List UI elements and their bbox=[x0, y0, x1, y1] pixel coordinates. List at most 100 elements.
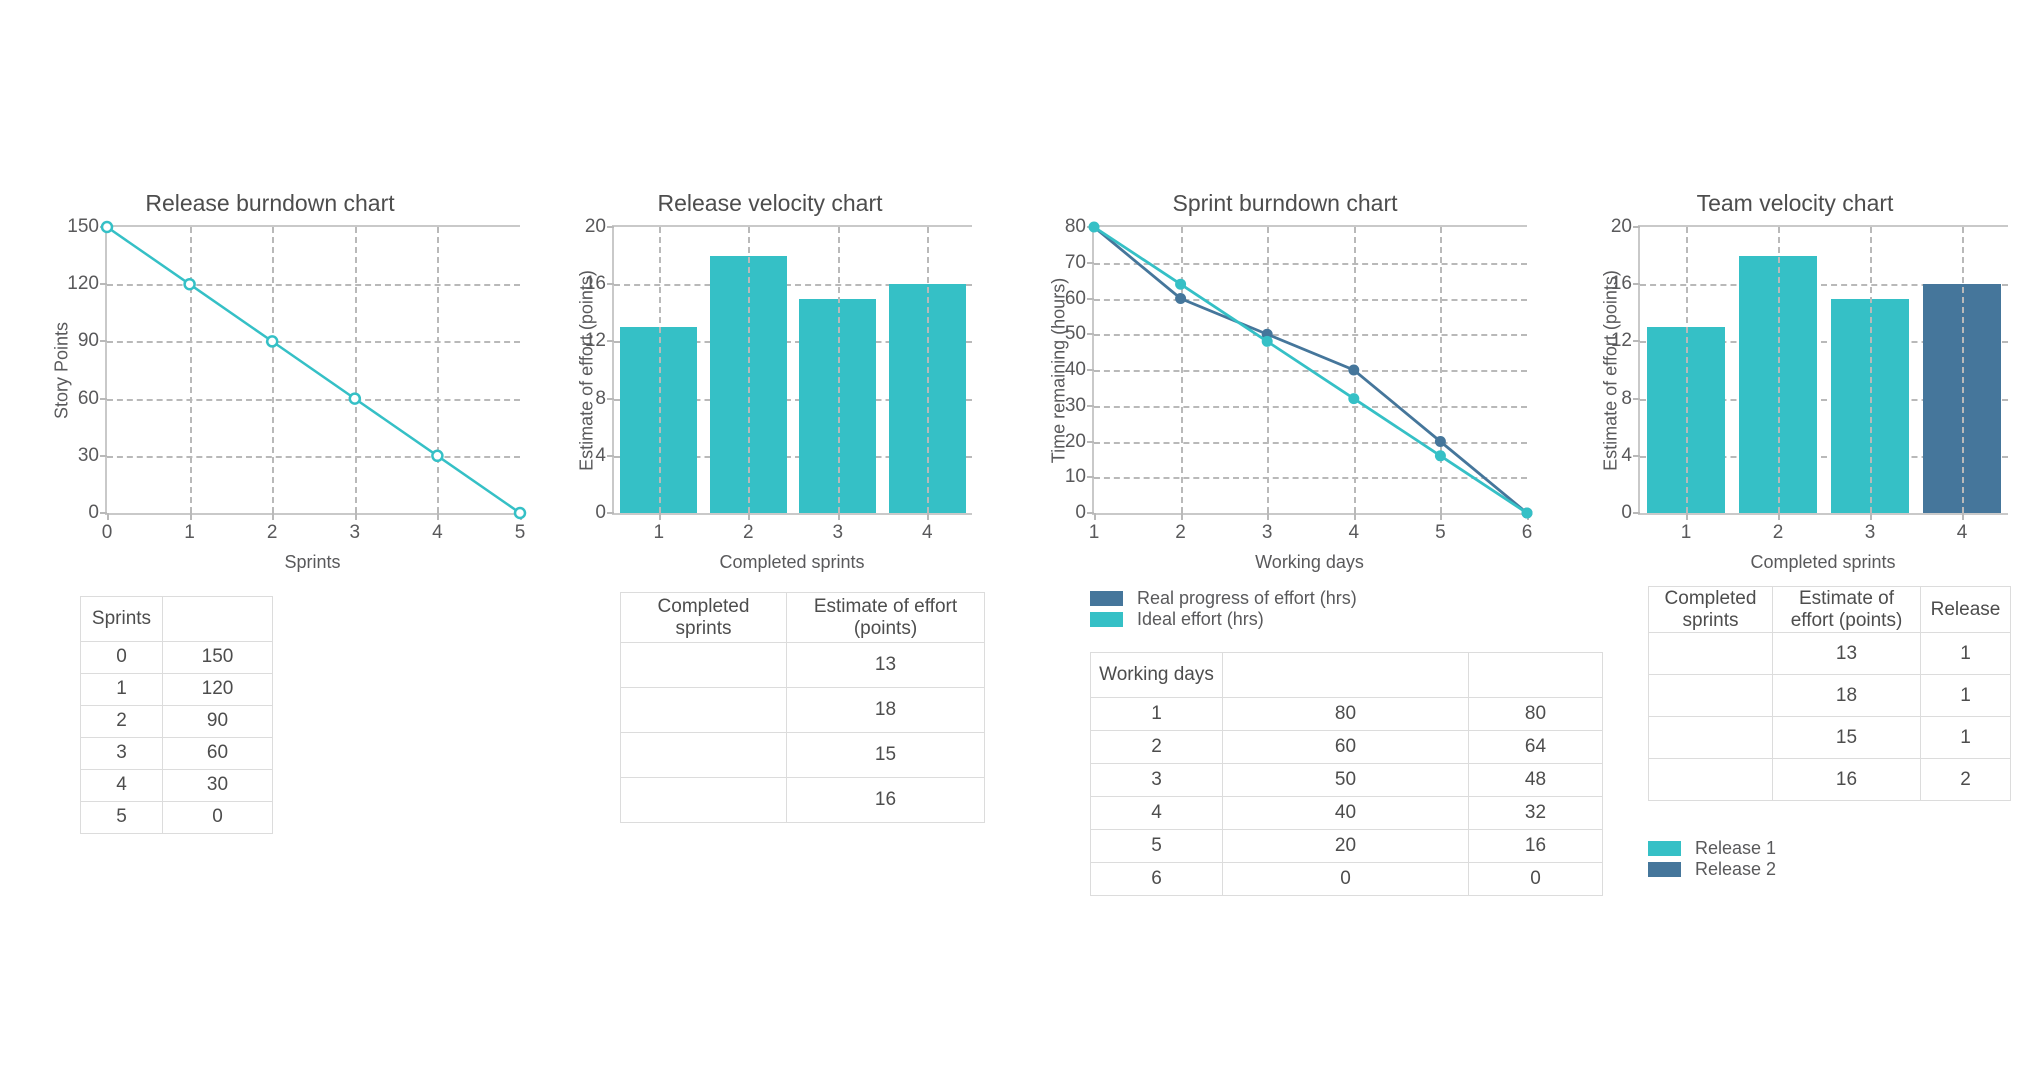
table-header-row: Sprints Story Points bbox=[80, 596, 273, 642]
table-row[interactable]: 1 13 1 bbox=[1648, 632, 2011, 675]
legend-swatch-release-1 bbox=[1648, 841, 1681, 856]
team-velocity-table[interactable]: Completed sprints Estimate of effort (point… bbox=[1648, 586, 2011, 801]
table-cell: 0 bbox=[1222, 861, 1469, 896]
table-cell: 3 bbox=[80, 736, 163, 770]
table-cell: 13 bbox=[1772, 632, 1921, 675]
legend-item[interactable]: Release 2 bbox=[1648, 859, 1776, 880]
release-velocity-plot: 0 4 8 12 16 20 1 2 3 4 bbox=[585, 216, 972, 543]
data-point-marker bbox=[1521, 507, 1533, 519]
table-header-cell: Estimate of effort (points) bbox=[1772, 586, 1921, 633]
table-header-cell: Release bbox=[1920, 586, 2011, 633]
table-row[interactable]: 1 120 bbox=[80, 672, 273, 706]
table-row[interactable]: 3 15 bbox=[620, 732, 985, 778]
table-cell: 30 bbox=[162, 768, 273, 802]
table-cell: 48 bbox=[1468, 762, 1603, 797]
table-row[interactable]: 3 15 1 bbox=[1648, 716, 2011, 759]
data-point-marker bbox=[1434, 436, 1446, 447]
table-row[interactable]: 5 20 16 bbox=[1090, 828, 1603, 863]
sprint-burndown-table-wrap: Working days Real progress of effort (hrs… bbox=[1090, 652, 1603, 896]
x-axis-tick-label: 2 bbox=[266, 522, 278, 543]
y-axis-tick-mark bbox=[1087, 440, 1094, 443]
table-header-cell: Story Points bbox=[162, 596, 273, 642]
table-row[interactable]: 50 bbox=[80, 800, 273, 834]
table-row[interactable]: 600 bbox=[1090, 861, 1603, 896]
legend-swatch-real-progress bbox=[1090, 591, 1123, 606]
x-axis-tick-mark bbox=[1440, 513, 1443, 520]
table-row[interactable]: 2 18 1 bbox=[1648, 674, 2011, 717]
vertical-gridline bbox=[1870, 227, 1872, 513]
y-axis-tick-mark bbox=[1633, 283, 1640, 286]
table-cell: 80 bbox=[1222, 696, 1469, 731]
x-axis-tick-label: 2 bbox=[742, 522, 754, 543]
x-axis-tick-label: 1 bbox=[1680, 522, 1692, 543]
x-axis-tick-mark bbox=[837, 513, 840, 520]
table-row[interactable]: 1 13 bbox=[620, 642, 985, 688]
table-row[interactable]: 4 40 32 bbox=[1090, 795, 1603, 830]
release-burndown-table[interactable]: Sprints Story Points 0 150 1 120 2 90 3 60 4 30 5 0 bbox=[80, 596, 273, 834]
y-axis-tick-mark bbox=[1633, 454, 1640, 457]
x-axis-tick-label: 3 bbox=[349, 522, 361, 543]
y-axis-tick-mark bbox=[1633, 512, 1640, 514]
table-row[interactable]: 4 16 bbox=[620, 777, 985, 823]
release-velocity-table[interactable]: Completed sprints Estimate of effort (point… bbox=[620, 592, 985, 823]
team-velocity-plot: 0 4 8 12 16 20 1 2 3 4 bbox=[1611, 216, 2008, 543]
x-axis-tick-mark bbox=[1180, 513, 1183, 520]
vertical-gridline bbox=[658, 227, 661, 513]
table-row[interactable]: 3 50 48 bbox=[1090, 762, 1603, 797]
data-point-marker bbox=[1175, 293, 1187, 304]
team-velocity-xlabel: Completed sprints bbox=[1750, 552, 1896, 572]
release-burndown-xlabel: Sprints bbox=[284, 552, 341, 572]
x-axis-tick-mark bbox=[927, 513, 930, 520]
x-axis-tick-mark bbox=[1686, 513, 1688, 520]
table-row[interactable]: 0 150 bbox=[80, 640, 273, 674]
x-axis-tick-mark bbox=[658, 513, 661, 520]
x-axis-tick-mark bbox=[354, 513, 357, 520]
table-header-row: Completed sprints Estimate of effort (point… bbox=[1648, 586, 2011, 633]
team-velocity-panel: Team velocity chart 0 4 8 12 16 20 1 2 3 4 Estima… bbox=[1580, 190, 2010, 572]
x-axis-tick-label: 1 bbox=[1088, 522, 1100, 543]
data-point-marker bbox=[1088, 221, 1100, 233]
x-axis-tick-mark bbox=[748, 513, 751, 520]
table-cell: 20 bbox=[1222, 828, 1469, 863]
table-header-cell: Real progress of effort (hrs) bbox=[1222, 652, 1469, 698]
legend-item[interactable]: Release 1 bbox=[1648, 838, 1776, 859]
y-axis-tick-mark bbox=[100, 512, 107, 514]
legend-swatch-ideal-effort bbox=[1090, 612, 1123, 627]
table-row[interactable]: 3 60 bbox=[80, 736, 273, 770]
x-axis-tick-label: 5 bbox=[1435, 522, 1446, 543]
table-row[interactable]: 2 18 bbox=[620, 687, 985, 733]
x-axis-tick-label: 4 bbox=[1348, 522, 1360, 543]
table-cell: 2 bbox=[620, 687, 787, 733]
release-velocity-panel: Release velocity chart 0 4 8 12 16 20 1 2 3 4 Est… bbox=[560, 190, 980, 572]
table-row[interactable]: 2 90 bbox=[80, 704, 273, 738]
table-row[interactable]: 4 16 2 bbox=[1648, 758, 2011, 801]
table-header-cell: Ideal effort (hrs) bbox=[1468, 652, 1603, 698]
sprint-burndown-panel: Sprint burndown chart 0 10 20 30 40 50 60 70 80 1… bbox=[1030, 190, 1540, 572]
table-cell: 5 bbox=[80, 800, 163, 834]
release-burndown-panel: Release burndown chart 0 30 60 90 120 150 0 1 2 3… bbox=[20, 190, 527, 572]
table-cell: 2 bbox=[80, 704, 163, 738]
x-axis-tick-label: 0 bbox=[101, 522, 113, 543]
x-axis-tick-label: 4 bbox=[432, 522, 443, 543]
table-header-cell: Completed sprints bbox=[620, 592, 787, 643]
y-axis-tick-mark bbox=[1087, 512, 1094, 514]
table-cell: 6 bbox=[1090, 861, 1223, 896]
legend-item[interactable]: Real progress of effort (hrs) bbox=[1090, 588, 1357, 609]
data-point-marker bbox=[183, 277, 196, 291]
table-row[interactable]: 1 80 80 bbox=[1090, 696, 1603, 731]
table-row[interactable]: 4 30 bbox=[80, 768, 273, 802]
x-axis-tick-label: 1 bbox=[184, 522, 195, 543]
table-header-cell: Completed sprints bbox=[1648, 586, 1773, 633]
y-axis-tick-mark bbox=[100, 340, 107, 343]
data-point-marker bbox=[1175, 278, 1187, 290]
table-row[interactable]: 2 60 64 bbox=[1090, 729, 1603, 764]
legend-item[interactable]: Ideal effort (hrs) bbox=[1090, 609, 1357, 630]
legend-label: Real progress of effort (hrs) bbox=[1137, 588, 1357, 608]
x-axis-tick-label: 1 bbox=[653, 522, 665, 543]
table-cell: 4 bbox=[80, 768, 163, 802]
table-cell: 13 bbox=[786, 642, 985, 688]
sprint-burndown-table[interactable]: Working days Real progress of effort (hrs… bbox=[1090, 652, 1603, 896]
table-cell: 1 bbox=[1920, 632, 2011, 675]
data-point-marker bbox=[348, 392, 362, 405]
x-axis-tick-mark bbox=[1778, 513, 1780, 520]
